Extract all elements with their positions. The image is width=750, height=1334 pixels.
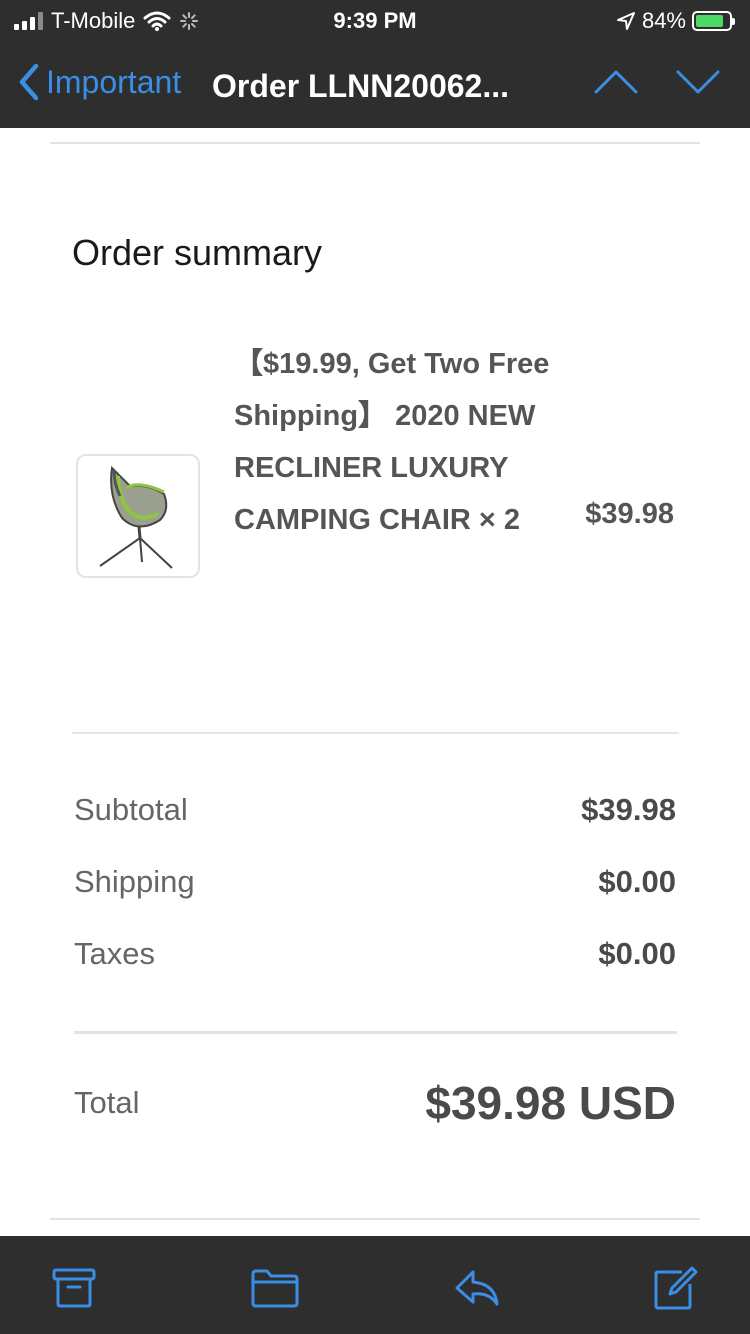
reply-icon[interactable] (453, 1266, 501, 1310)
divider (50, 1218, 700, 1220)
bottom-toolbar (0, 1236, 750, 1334)
status-right: 84% (616, 8, 735, 34)
total-label: Total (74, 1085, 140, 1120)
back-button[interactable]: Important (16, 62, 181, 102)
battery-icon (692, 11, 735, 31)
folder-icon[interactable] (251, 1266, 299, 1310)
product-price: $39.98 (585, 498, 674, 530)
total-row: Total $39.98 USD (74, 1076, 676, 1130)
top-bar: T-Mobile 9:39 PM 84% Important Order LLN… (0, 0, 750, 128)
battery-percent: 84% (641, 8, 686, 33)
shipping-row: Shipping $0.00 (74, 864, 676, 900)
battery-fill (696, 15, 723, 27)
taxes-value: $0.00 (598, 936, 676, 971)
chevron-down-icon[interactable] (676, 66, 720, 96)
camping-chair-icon (99, 465, 173, 569)
archive-icon[interactable] (50, 1266, 98, 1310)
status-bar: T-Mobile 9:39 PM 84% (0, 0, 750, 40)
shipping-label: Shipping (74, 864, 195, 899)
location-arrow-icon (616, 12, 635, 30)
chevron-left-icon (19, 63, 39, 101)
taxes-row: Taxes $0.00 (74, 936, 676, 972)
subtotal-row: Subtotal $39.98 (74, 792, 676, 828)
total-value: $39.98 USD (425, 1077, 676, 1129)
shipping-value: $0.00 (598, 864, 676, 899)
subtotal-label: Subtotal (74, 792, 188, 827)
nav-title: Order LLNN20062... (212, 68, 509, 104)
order-summary-heading: Order summary (72, 232, 323, 273)
divider (72, 732, 679, 734)
chevron-up-icon[interactable] (594, 66, 638, 96)
subtotal-value: $39.98 (581, 792, 676, 827)
divider (50, 142, 700, 144)
divider (74, 1031, 677, 1034)
product-title: 【$19.99, Get Two Free Shipping】 2020 NEW… (234, 348, 550, 536)
nav-bar: Important Order LLNN20062... (0, 56, 750, 112)
back-label: Important (46, 63, 182, 100)
product-image (76, 454, 200, 578)
taxes-label: Taxes (74, 936, 155, 971)
compose-icon[interactable] (652, 1266, 700, 1310)
